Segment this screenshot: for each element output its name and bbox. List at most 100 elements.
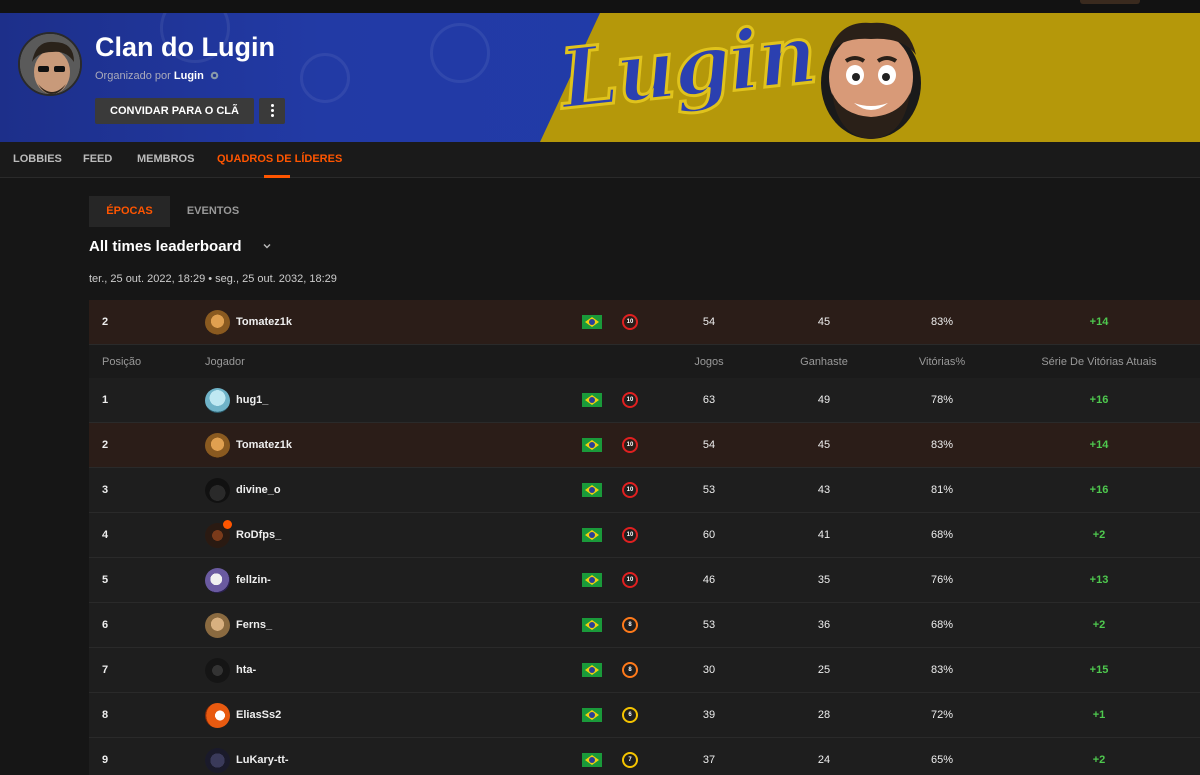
skill-level-icon: 10 [622, 468, 638, 512]
won: 35 [817, 574, 831, 586]
won: 28 [817, 709, 831, 721]
clan-organizer: Organizado por Lugin [95, 70, 219, 82]
avatar[interactable] [205, 693, 230, 737]
brazil-flag-icon [582, 648, 602, 692]
win-percentage: 83% [930, 316, 954, 328]
skill-level-icon: 10 [622, 300, 638, 344]
more-vertical-icon [271, 104, 274, 107]
player-name[interactable]: Tomatez1k [236, 300, 292, 344]
table-header: Posição Jogador Jogos Ganhaste Vitórias%… [89, 345, 1200, 378]
gear-badge-icon [210, 71, 219, 80]
leaderboard-date-range: ter., 25 out. 2022, 18:29 • seg., 25 out… [89, 273, 337, 285]
table-row[interactable]: 1 hug1_ 10 63 49 78% +16 [89, 378, 1200, 423]
avatar[interactable] [205, 300, 230, 344]
skill-level-icon: 10 [622, 423, 638, 467]
win-percentage: 72% [930, 709, 954, 721]
player-name[interactable]: LuKary-tt- [236, 738, 289, 775]
clan-nav: LOBBIES FEED MEMBROS QUADROS DE LÍDERES [0, 142, 1200, 178]
invite-to-clan-button[interactable]: CONVIDAR PARA O CLÃ [95, 98, 254, 124]
avatar[interactable] [205, 378, 230, 422]
tab-members[interactable]: MEMBROS [137, 142, 194, 178]
avatar[interactable] [205, 513, 232, 557]
more-vertical-icon-dot [271, 114, 274, 117]
clan-title: Clan do Lugin [95, 32, 275, 62]
skill-level-value: 10 [622, 314, 638, 330]
player-name[interactable]: fellzin- [236, 558, 271, 602]
player-name[interactable]: EliasSs2 [236, 693, 281, 737]
subtab-events[interactable]: EVENTOS [170, 196, 256, 227]
win-percentage: 83% [930, 664, 954, 676]
win-percentage: 81% [930, 484, 954, 496]
win-percentage: 65% [930, 754, 954, 766]
avatar[interactable] [205, 738, 230, 775]
won: 24 [817, 754, 831, 766]
position: 9 [102, 754, 109, 766]
table-row[interactable]: 6 Ferns_ 8 53 36 68% +2 [89, 603, 1200, 648]
skill-level-value: 8 [622, 617, 638, 633]
player-name[interactable]: Tomatez1k [236, 423, 292, 467]
tab-feed[interactable]: FEED [83, 142, 112, 178]
banner-doodle [430, 23, 490, 83]
win-streak: +2 [1092, 529, 1106, 541]
table-row[interactable]: 9 LuKary-tt- 7 37 24 65% +2 [89, 738, 1200, 775]
organizer-name[interactable]: Lugin [174, 70, 204, 82]
active-tab-indicator [264, 175, 290, 178]
win-percentage: 83% [930, 439, 954, 451]
games: 53 [702, 619, 716, 631]
tab-leaderboards[interactable]: QUADROS DE LÍDERES [217, 142, 342, 178]
win-streak: +14 [1089, 439, 1109, 451]
won: 41 [817, 529, 831, 541]
more-options-button[interactable] [259, 98, 285, 124]
col-games: Jogos [694, 355, 724, 368]
table-row[interactable]: 4 RoDfps_ 10 60 41 68% +2 [89, 513, 1200, 558]
skill-level-value: 8 [622, 662, 638, 678]
leaderboard-title[interactable]: All times leaderboard [89, 238, 242, 255]
won: 49 [817, 394, 831, 406]
games: 54 [702, 316, 716, 328]
table-row[interactable]: 2 Tomatez1k 10 54 45 83% +14 [89, 423, 1200, 468]
subtab-seasons[interactable]: ÉPOCAS [89, 196, 170, 227]
user-avatar-mini[interactable] [1080, 0, 1140, 4]
skill-level-icon: 10 [622, 513, 638, 557]
position: 4 [102, 529, 109, 541]
tab-lobbies[interactable]: LOBBIES [13, 142, 62, 178]
current-user-row[interactable]: 2 Tomatez1k 10 54 45 83% +14 [89, 300, 1200, 345]
won: 43 [817, 484, 831, 496]
win-percentage: 76% [930, 574, 954, 586]
clan-avatar[interactable] [18, 32, 82, 96]
avatar[interactable] [205, 423, 230, 467]
player-name[interactable]: Ferns_ [236, 603, 272, 647]
col-player: Jogador [205, 355, 245, 368]
avatar[interactable] [205, 558, 230, 602]
brazil-flag-icon [582, 468, 602, 512]
player-name[interactable]: RoDfps_ [236, 513, 281, 557]
table-row[interactable]: 5 fellzin- 10 46 35 76% +13 [89, 558, 1200, 603]
skill-level-value: 10 [622, 482, 638, 498]
table-row[interactable]: 3 divine_o 10 53 43 81% +16 [89, 468, 1200, 513]
more-vertical-icon-dot [271, 109, 274, 112]
skill-level-icon: 10 [622, 378, 638, 422]
chevron-down-icon[interactable] [262, 241, 272, 251]
position: 2 [102, 316, 109, 328]
win-streak: +13 [1089, 574, 1109, 586]
skill-level-value: 7 [622, 752, 638, 768]
avatar[interactable] [205, 468, 230, 512]
win-streak: +14 [1089, 316, 1109, 328]
table-row[interactable]: 7 hta- 8 30 25 83% +15 [89, 648, 1200, 693]
avatar[interactable] [205, 648, 230, 692]
player-name[interactable]: divine_o [236, 468, 281, 512]
organizer-prefix: Organizado por [95, 70, 171, 82]
games: 60 [702, 529, 716, 541]
brazil-flag-icon [582, 423, 602, 467]
player-name[interactable]: hug1_ [236, 378, 268, 422]
win-streak: +2 [1092, 619, 1106, 631]
won: 45 [817, 439, 831, 451]
table-row[interactable]: 8 EliasSs2 6 39 28 72% +1 [89, 693, 1200, 738]
brazil-flag-icon [582, 738, 602, 775]
player-name[interactable]: hta- [236, 648, 256, 692]
brazil-flag-icon [582, 300, 602, 344]
col-win-percentage: Vitórias% [918, 355, 966, 368]
win-percentage: 78% [930, 394, 954, 406]
brazil-flag-icon [582, 693, 602, 737]
avatar[interactable] [205, 603, 230, 647]
